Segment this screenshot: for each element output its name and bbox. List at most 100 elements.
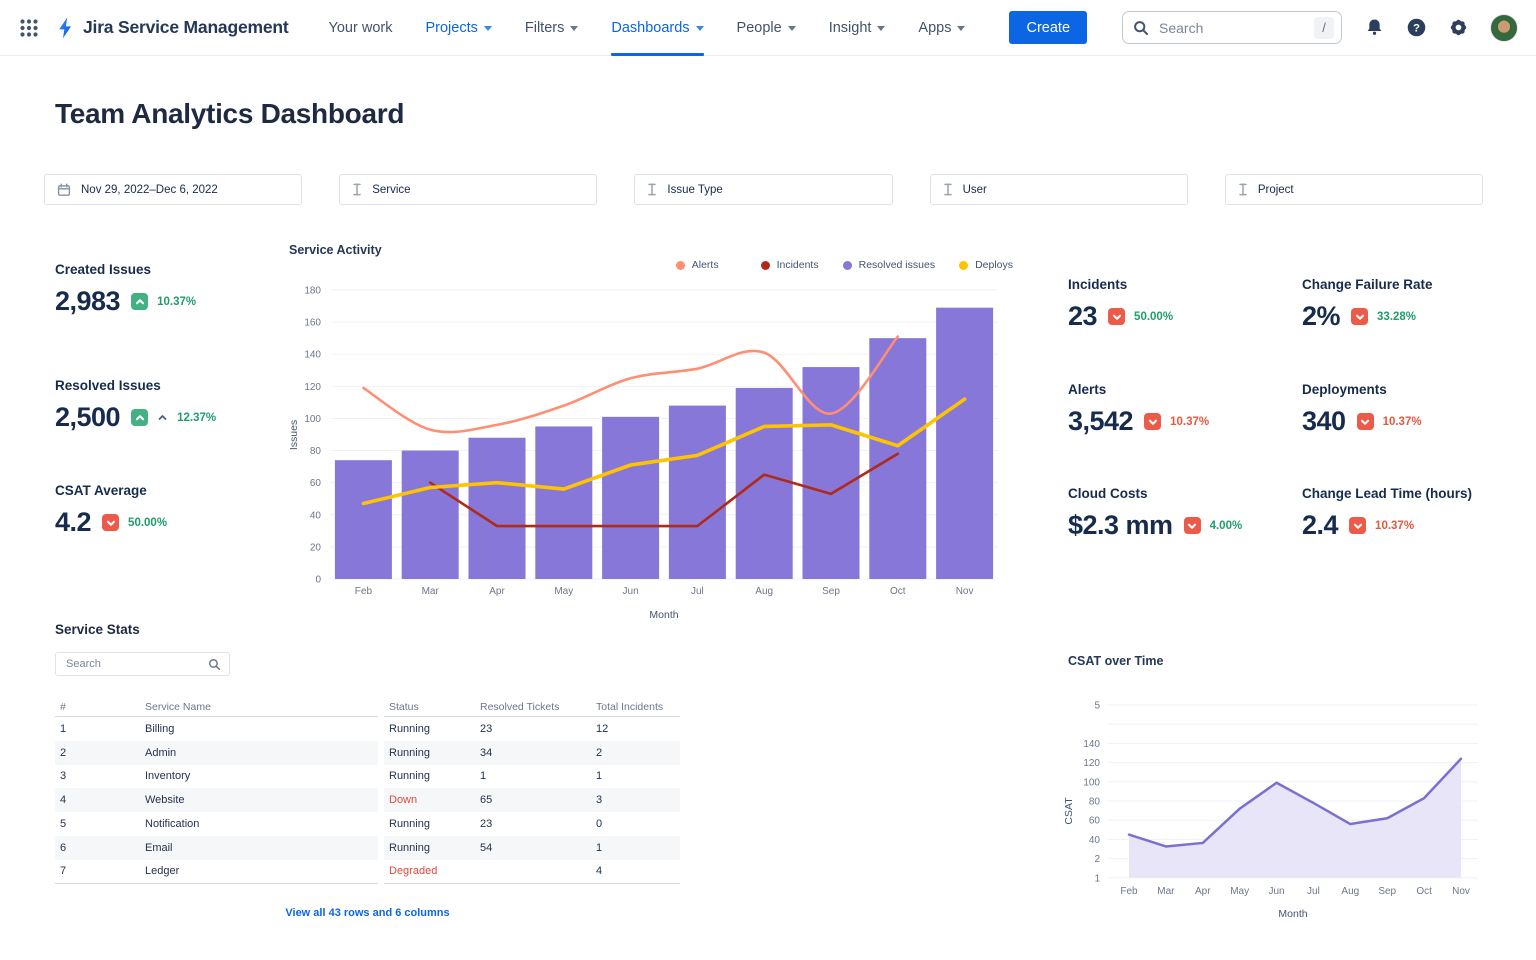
svg-text:?: ? (1413, 23, 1420, 35)
jira-logo[interactable]: Jira Service Management (54, 16, 289, 40)
nav-item-insight[interactable]: Insight (829, 0, 886, 56)
cell-total-incidents: 3 (591, 788, 680, 812)
svg-text:100: 100 (1083, 777, 1100, 788)
create-button[interactable]: Create (1009, 11, 1087, 44)
kpi-value-row: 2350.00% (1068, 301, 1173, 332)
svg-text:Sep: Sep (1378, 886, 1396, 897)
cell-num: 6 (55, 836, 140, 860)
filter-icon (352, 183, 362, 196)
trend-down-icon (102, 514, 119, 531)
table-row: 3InventoryRunning11 (55, 765, 680, 789)
legend-resolved-issues[interactable]: Resolved issues (843, 259, 935, 271)
svg-text:Issues: Issues (288, 420, 300, 450)
csat-svg: 514012010080604021FebMarAprMayJunJulAugS… (1060, 685, 1490, 935)
nav-item-filters[interactable]: Filters (525, 0, 578, 56)
table-row: 4WebsiteDown653 (55, 788, 680, 812)
search-icon (208, 658, 221, 671)
global-search[interactable]: / (1122, 11, 1342, 44)
kpi-resolved-issues: Resolved Issues2,50012.37% (55, 378, 216, 433)
chevron-down-icon (484, 26, 492, 31)
view-all-link[interactable]: View all 43 rows and 6 columns (55, 907, 680, 919)
table-row: 7LedgerDegraded4 (55, 860, 680, 884)
table-search-input[interactable] (64, 657, 202, 671)
cell-status: Running (384, 741, 475, 765)
kpi-label: CSAT Average (55, 483, 167, 498)
svg-text:CSAT: CSAT (1063, 797, 1075, 825)
kpi-value: 3,542 (1068, 406, 1133, 437)
search-icon (1133, 20, 1149, 36)
kpi-delta: 10.37% (1170, 416, 1209, 428)
nav-item-your-work[interactable]: Your work (329, 0, 393, 56)
kpi-value: 2.4 (1302, 510, 1338, 541)
legend-incidents[interactable]: Incidents (761, 259, 819, 271)
svg-text:140: 140 (304, 350, 321, 361)
kpi-value-row: 2%33.28% (1302, 301, 1433, 332)
user-filter[interactable]: User (930, 174, 1188, 205)
svg-text:100: 100 (304, 414, 321, 425)
nav-item-label: Your work (329, 20, 393, 36)
notifications-bell-icon[interactable] (1364, 17, 1385, 38)
cell-status: Running (384, 717, 475, 741)
cell-total-incidents: 2 (591, 741, 680, 765)
svg-text:5: 5 (1094, 701, 1100, 712)
help-icon[interactable]: ? (1406, 17, 1427, 38)
issue-type-filter[interactable]: Issue Type (634, 174, 892, 205)
date-range-filter[interactable]: Nov 29, 2022–Dec 6, 2022 (44, 174, 302, 205)
nav-item-apps[interactable]: Apps (918, 0, 965, 56)
service-stats-title: Service Stats (55, 622, 140, 637)
legend-alerts[interactable]: Alerts (676, 259, 719, 271)
settings-gear-icon[interactable] (1448, 17, 1469, 38)
filter-label: Issue Type (667, 184, 722, 196)
kpi-value-row: 2,98310.37% (55, 286, 196, 317)
csat-over-time-card: CSAT over Time 514012010080604021FebMarA… (1060, 645, 1490, 935)
kpi-delta: 33.28% (1377, 311, 1416, 323)
service-filter[interactable]: Service (339, 174, 597, 205)
nav-item-label: Projects (425, 20, 477, 36)
filter-label: Project (1258, 184, 1294, 196)
kpi-change-failure-rate: Change Failure Rate2%33.28% (1302, 277, 1433, 332)
table-row: 1BillingRunning2312 (55, 717, 680, 741)
project-filter[interactable]: Project (1225, 174, 1483, 205)
svg-text:Jun: Jun (1268, 886, 1284, 897)
nav-item-label: Filters (525, 20, 564, 36)
kpi-label: Change Lead Time (hours) (1302, 486, 1472, 501)
kpi-delta: 12.37% (177, 412, 216, 424)
chevron-down-icon (570, 26, 578, 31)
nav-item-people[interactable]: People (737, 0, 796, 56)
service-stats-table: #Service NameStatusResolved TicketsTotal… (55, 698, 680, 884)
legend-label: Resolved issues (859, 259, 935, 271)
svg-text:Nov: Nov (1452, 886, 1470, 897)
legend-dot (959, 261, 968, 270)
svg-text:40: 40 (310, 510, 322, 521)
cell-total-incidents: 0 (591, 812, 680, 836)
kpi-value: $2.3 mm (1068, 510, 1173, 541)
kpi-value: 2,983 (55, 286, 120, 317)
svg-text:Month: Month (1278, 908, 1307, 920)
nav-utility-icons: ? (1364, 14, 1518, 42)
app-switcher-icon[interactable] (18, 17, 40, 39)
table-search[interactable] (55, 652, 230, 676)
cell-resolved-tickets: 23 (475, 812, 591, 836)
column-header-service-name: Service Name (140, 698, 378, 717)
kpi-label: Cloud Costs (1068, 486, 1242, 501)
csat-over-time-title: CSAT over Time (1068, 654, 1163, 668)
page-title: Team Analytics Dashboard (55, 98, 404, 130)
svg-text:Mar: Mar (422, 586, 440, 597)
legend-deploys[interactable]: Deploys (959, 259, 1013, 271)
dashboard-page: Jira Service Management Your work Project… (0, 0, 1536, 960)
svg-text:140: 140 (1083, 739, 1100, 750)
svg-text:Feb: Feb (1120, 886, 1138, 897)
user-avatar[interactable] (1490, 14, 1518, 42)
trend-down-icon (1351, 308, 1368, 325)
filter-label: User (963, 184, 987, 196)
nav-item-dashboards[interactable]: Dashboards (611, 0, 703, 56)
cell-num: 4 (55, 788, 140, 812)
svg-text:60: 60 (1089, 816, 1101, 827)
cell-resolved-tickets (475, 860, 591, 884)
filter-label: Service (372, 184, 410, 196)
nav-item-projects[interactable]: Projects (425, 0, 491, 56)
legend-label: Deploys (975, 259, 1013, 271)
global-search-input[interactable] (1157, 19, 1306, 37)
svg-text:60: 60 (310, 478, 322, 489)
cell-num: 2 (55, 741, 140, 765)
